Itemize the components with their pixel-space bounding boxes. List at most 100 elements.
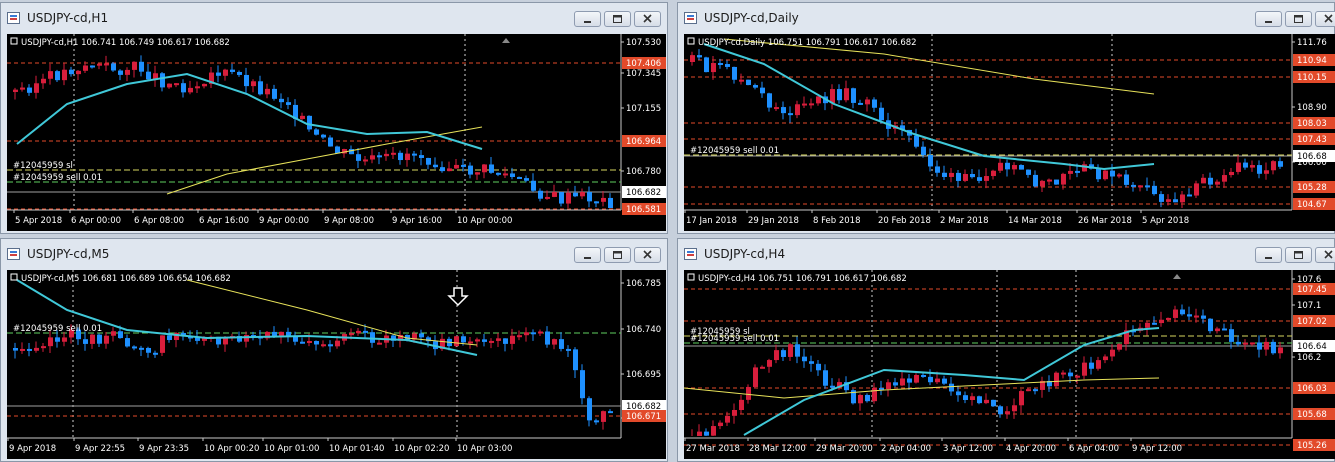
chart-area[interactable]: USDJPY-cd,H4 106.751 106.791 106.617 106… — [684, 270, 1335, 459]
candle-body — [468, 165, 473, 175]
time-axis-label: 2 Mar 2018 — [940, 216, 988, 226]
candle-body — [454, 336, 459, 347]
candle-body — [398, 152, 403, 161]
candle-body — [314, 129, 319, 135]
price-chart[interactable]: USDJPY-cd,M5 106.681 106.689 106.654 106… — [7, 270, 666, 459]
candle-body — [496, 338, 501, 341]
time-axis-label: 9 Apr 16:00 — [392, 216, 442, 226]
candle-body — [1138, 185, 1143, 188]
price-tag-label: 108.03 — [1297, 119, 1327, 129]
order-label: #12045959 sell 0.01 — [690, 334, 779, 344]
minimize-button[interactable] — [1255, 11, 1282, 27]
chart-area[interactable]: USDJPY-cd,H1 106.741 106.749 106.617 106… — [7, 34, 666, 231]
candle-body — [440, 167, 445, 172]
maximize-button[interactable] — [604, 247, 631, 263]
candle-body — [774, 107, 779, 110]
candle-body — [27, 87, 32, 93]
candle-body — [594, 420, 599, 423]
chart-window-h1[interactable]: USDJPY-cd,H1 USDJPY-cd,H1 106.741 106.74… — [0, 2, 668, 234]
candle-body — [1159, 194, 1164, 202]
candle-body — [1187, 314, 1192, 317]
close-button[interactable] — [1315, 247, 1335, 263]
candle-body — [321, 134, 326, 138]
maximize-button[interactable] — [604, 11, 631, 27]
minimize-button[interactable] — [1255, 247, 1282, 263]
candle-body — [977, 396, 982, 404]
window-titlebar[interactable]: USDJPY-cd,H1 — [1, 3, 667, 33]
time-axis-label: 9 Apr 00:00 — [259, 216, 309, 226]
chart-window-daily[interactable]: USDJPY-cd,Daily USDJPY-cd,Daily 106.751 … — [677, 2, 1335, 234]
candle-body — [907, 378, 912, 383]
chart-dropdown-icon[interactable] — [10, 37, 18, 45]
chart-app-icon — [684, 12, 697, 24]
price-chart[interactable]: USDJPY-cd,H4 106.751 106.791 106.617 106… — [684, 270, 1335, 459]
candle-body — [1257, 342, 1262, 350]
candle-body — [90, 334, 95, 344]
chart-area[interactable]: USDJPY-cd,M5 106.681 106.689 106.654 106… — [7, 270, 666, 459]
candle-body — [454, 164, 459, 169]
candle-body — [34, 347, 39, 351]
candle-body — [1236, 162, 1241, 172]
candle-body — [1061, 372, 1066, 375]
chart-window-m5[interactable]: USDJPY-cd,M5 USDJPY-cd,M5 106.681 106.68… — [0, 238, 668, 462]
close-button[interactable] — [1315, 11, 1335, 27]
time-axis-label: 9 Apr 2018 — [9, 444, 56, 454]
candle-body — [258, 81, 263, 95]
candle-body — [1180, 194, 1185, 203]
candle-body — [314, 340, 319, 345]
candle-body — [1033, 174, 1038, 187]
maximize-button[interactable] — [1285, 11, 1312, 27]
price-chart[interactable]: USDJPY-cd,H1 106.741 106.749 106.617 106… — [7, 34, 666, 231]
candle-body — [223, 337, 228, 345]
close-button[interactable] — [634, 247, 661, 263]
candle-body — [216, 72, 221, 76]
candle-body — [970, 174, 975, 178]
candle-body — [419, 333, 424, 338]
chart-window-h4[interactable]: USDJPY-cd,H4 USDJPY-cd,H4 106.751 106.79… — [677, 238, 1335, 462]
candle-body — [1187, 194, 1192, 197]
candle-body — [865, 99, 870, 105]
candle-body — [1103, 170, 1108, 180]
price-chart[interactable]: USDJPY-cd,Daily 106.751 106.791 106.617 … — [684, 34, 1335, 231]
close-button[interactable] — [634, 11, 661, 27]
candle-body — [1096, 360, 1101, 369]
minimize-button[interactable] — [574, 247, 601, 263]
candle-body — [879, 107, 884, 121]
candle-body — [510, 173, 515, 177]
candle-body — [118, 331, 123, 339]
candle-body — [55, 337, 60, 342]
chart-info-text: USDJPY-cd,Daily 106.751 106.791 106.617 … — [698, 38, 917, 48]
candle-body — [718, 422, 723, 427]
candle-body — [921, 374, 926, 377]
maximize-button[interactable] — [1285, 247, 1312, 263]
candle-body — [872, 99, 877, 108]
candle-body — [174, 83, 179, 86]
chart-dropdown-icon[interactable] — [10, 273, 18, 281]
candle-body — [566, 192, 571, 204]
price-tag-label: 104.67 — [1297, 200, 1327, 210]
candle-body — [732, 409, 737, 416]
candle-body — [788, 344, 793, 357]
candle-body — [1166, 199, 1171, 202]
window-titlebar[interactable]: USDJPY-cd,M5 — [1, 239, 667, 269]
chart-area[interactable]: USDJPY-cd,Daily 106.751 106.791 106.617 … — [684, 34, 1335, 231]
time-axis-label: 2 Apr 04:00 — [881, 444, 931, 454]
candle-body — [928, 376, 933, 383]
candle-body — [244, 335, 249, 342]
time-axis-label: 9 Apr 08:00 — [324, 216, 374, 226]
candle-body — [795, 104, 800, 116]
price-axis-label: 106.695 — [626, 370, 661, 380]
window-title: USDJPY-cd,H4 — [704, 247, 786, 261]
candle-body — [104, 63, 109, 66]
candle-body — [753, 85, 758, 88]
chart-dropdown-icon[interactable] — [687, 37, 695, 45]
candle-body — [104, 335, 109, 344]
minimize-button[interactable] — [574, 11, 601, 27]
window-titlebar[interactable]: USDJPY-cd,Daily — [678, 3, 1335, 33]
window-titlebar[interactable]: USDJPY-cd,H4 — [678, 239, 1335, 269]
candle-body — [697, 431, 702, 436]
chart-dropdown-icon[interactable] — [687, 273, 695, 281]
price-tag-label: 106.03 — [1297, 384, 1327, 394]
candle-body — [1208, 177, 1213, 185]
candle-body — [760, 87, 765, 94]
